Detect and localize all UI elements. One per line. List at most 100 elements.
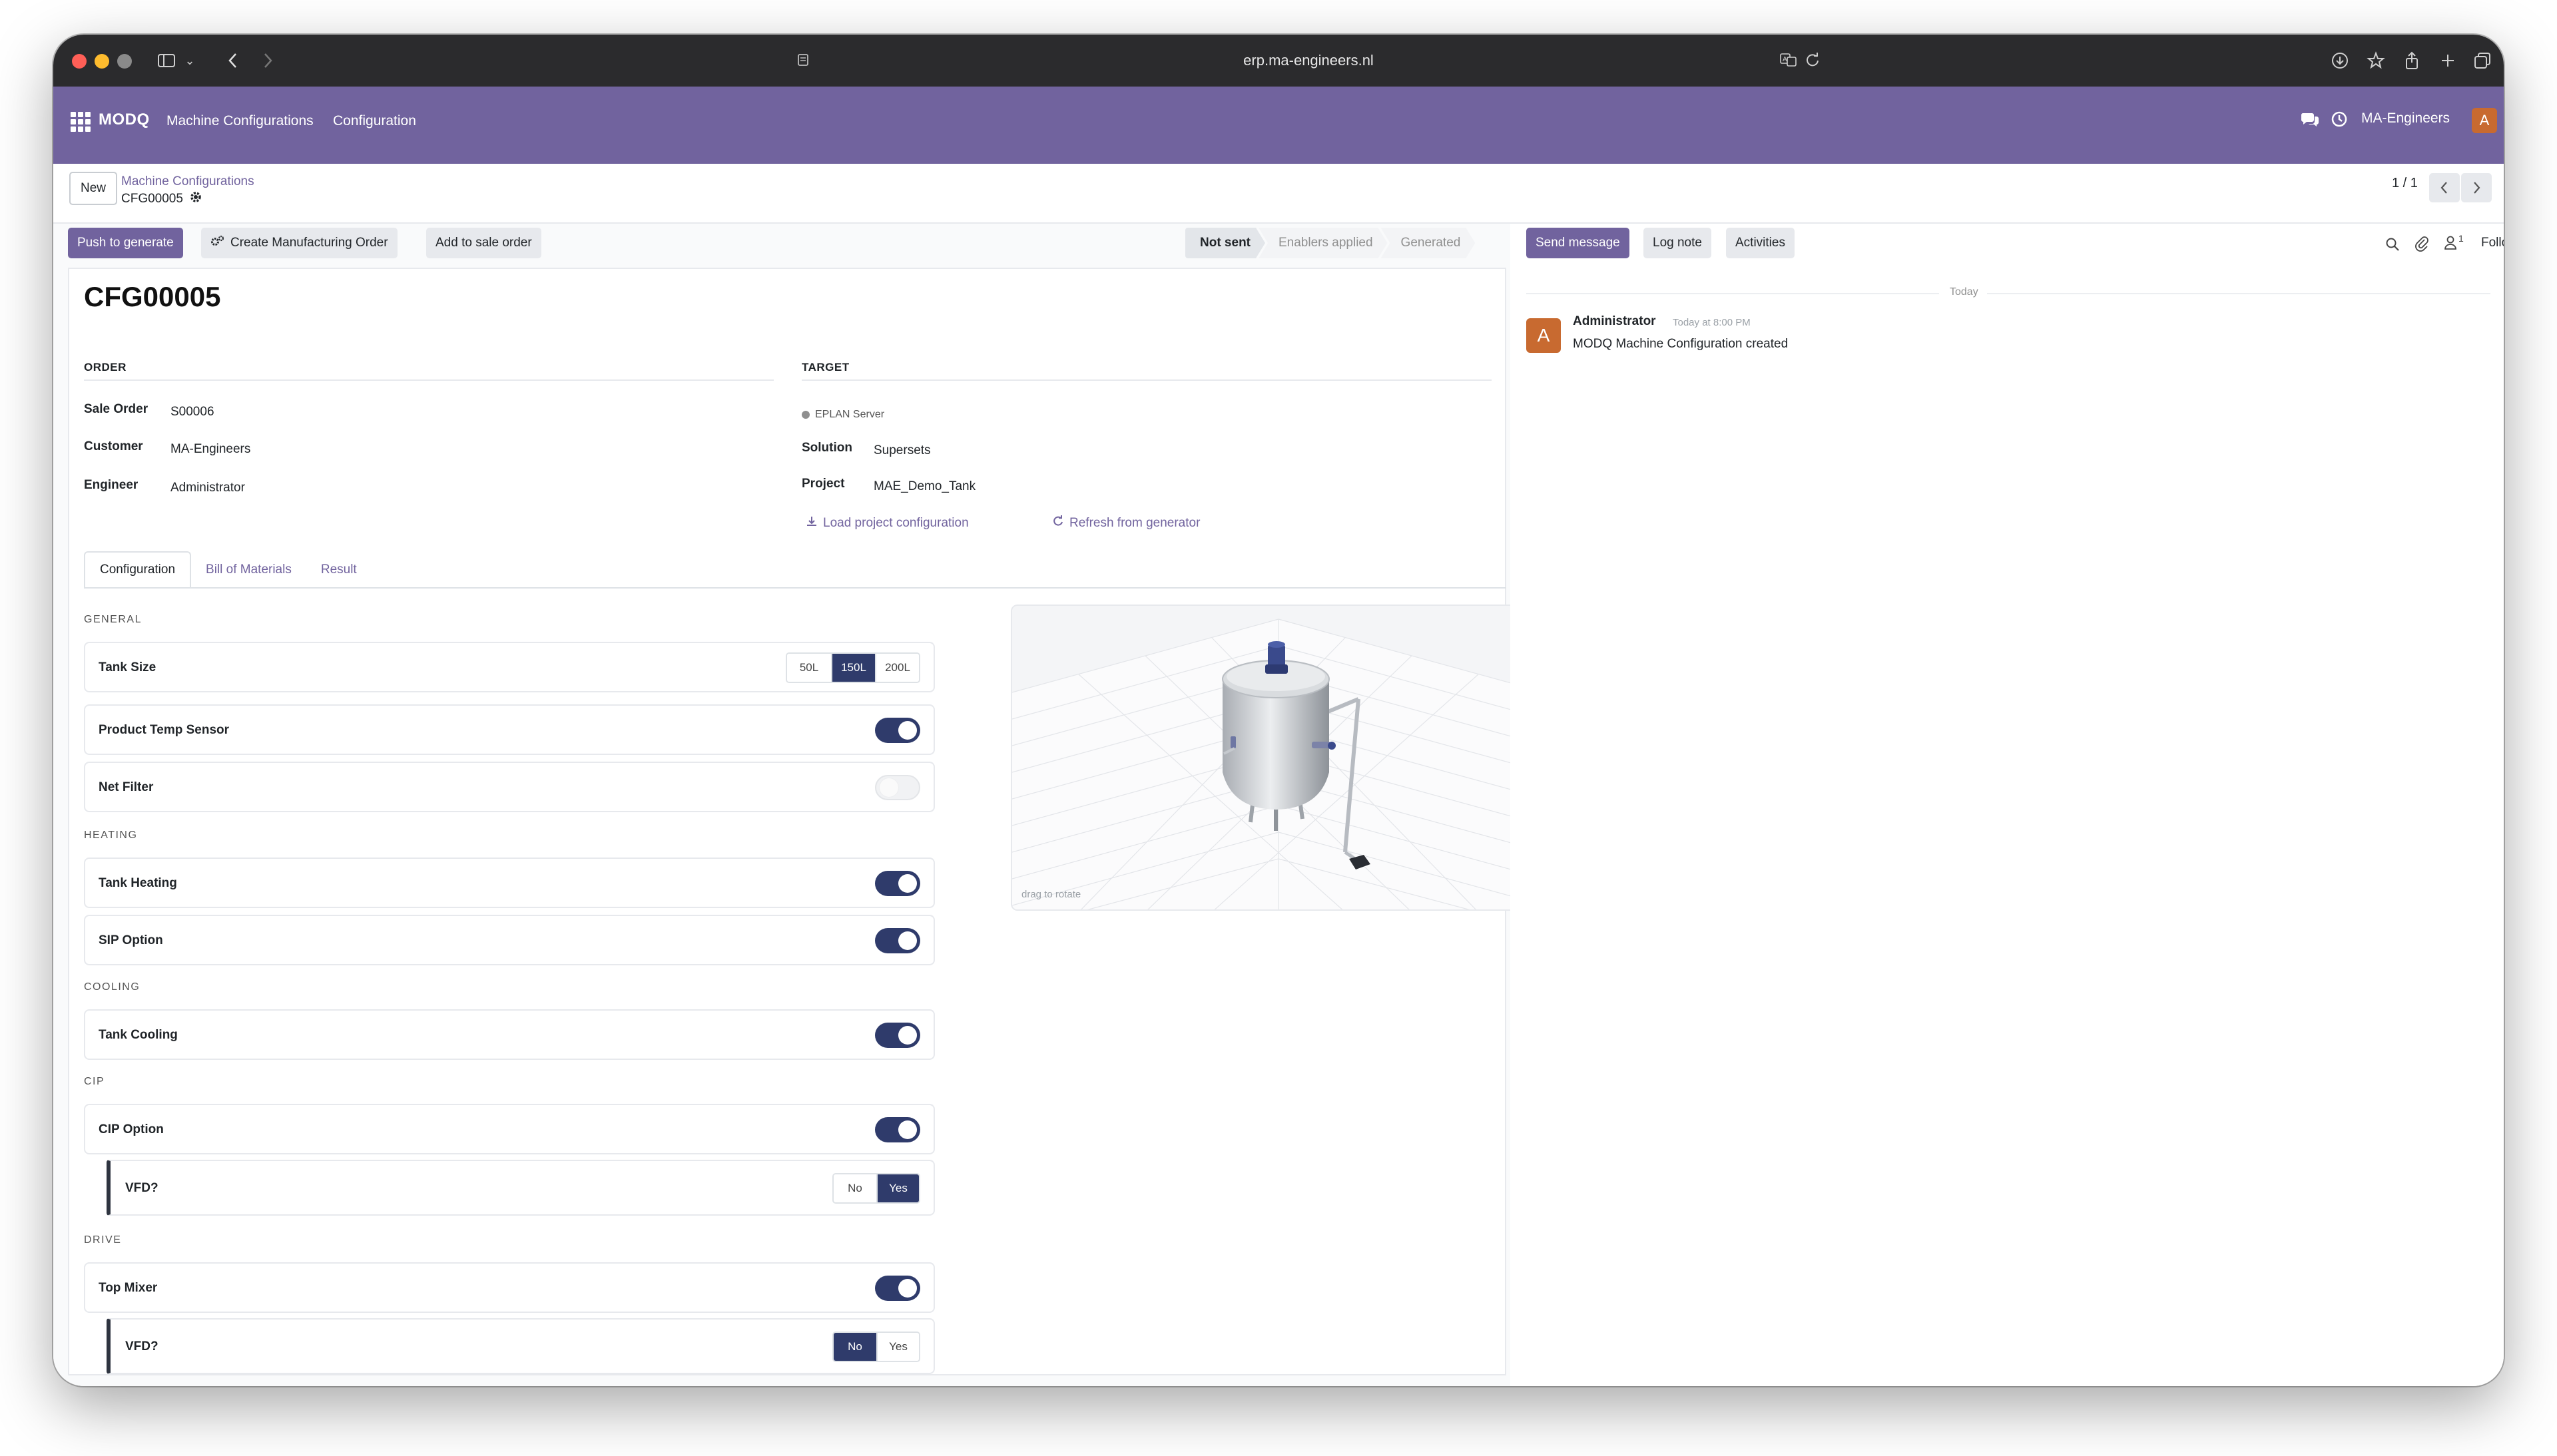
forward-icon[interactable]: [254, 47, 281, 75]
cip-vfd-option-yes[interactable]: Yes: [876, 1174, 919, 1202]
address-bar[interactable]: erp.ma-engineers.nl A: [786, 43, 1831, 79]
mixer-vfd-option-yes[interactable]: Yes: [876, 1333, 919, 1361]
sale-order-value[interactable]: S00006: [170, 405, 214, 419]
tank-size-option-200l[interactable]: 200L: [875, 654, 919, 682]
cip-vfd-label: VFD?: [125, 1181, 158, 1195]
tank-heating-toggle[interactable]: [875, 871, 920, 896]
minimize-window-button[interactable]: [95, 54, 109, 69]
breadcrumb-parent[interactable]: Machine Configurations: [121, 174, 254, 189]
user-avatar-initial[interactable]: A: [2472, 108, 2497, 133]
browser-toolbar: ⌄ erp.ma-engineers.nl A: [53, 35, 2504, 87]
sale-order-label: Sale Order: [84, 402, 148, 416]
followers-button[interactable]: 1: [2444, 233, 2464, 254]
stage-enablers-applied[interactable]: Enablers applied: [1259, 228, 1388, 258]
new-tab-icon[interactable]: [2433, 47, 2462, 75]
chevron-down-icon[interactable]: ⌄: [182, 47, 197, 75]
group-cooling-title: COOLING: [84, 981, 141, 993]
mixer-vfd-row: VFD? No Yes: [107, 1318, 935, 1374]
machine-3d-viewer[interactable]: drag to rotate: [1011, 605, 1544, 911]
pager-value[interactable]: 1 / 1: [2392, 176, 2418, 191]
message-author-avatar[interactable]: A: [1526, 318, 1561, 353]
back-icon[interactable]: [220, 47, 246, 75]
user-avatar[interactable]: A: [2472, 108, 2497, 133]
tabs-divider: [84, 587, 1506, 589]
following-button[interactable]: Following: [2481, 236, 2504, 250]
control-panel: [53, 164, 2504, 224]
tank-size-selector: 50L 150L 200L: [786, 652, 920, 683]
top-mixer-toggle[interactable]: [875, 1276, 920, 1301]
message-time: Today at 8:00 PM: [1673, 317, 1751, 328]
customer-value[interactable]: MA-Engineers: [170, 442, 250, 457]
record-title[interactable]: CFG00005: [84, 281, 220, 313]
tab-bill-of-materials[interactable]: Bill of Materials: [191, 551, 306, 589]
push-to-generate-button[interactable]: Push to generate: [68, 228, 183, 258]
menu-configuration[interactable]: Configuration: [333, 113, 416, 129]
cip-option-label: CIP Option: [99, 1122, 164, 1136]
message-author[interactable]: Administrator: [1573, 314, 1656, 329]
app-brand[interactable]: MODQ: [99, 111, 150, 129]
project-value[interactable]: MAE_Demo_Tank: [874, 479, 976, 494]
solution-value[interactable]: Supersets: [874, 443, 931, 458]
cip-vfd-row: VFD? No Yes: [107, 1160, 935, 1216]
apps-menu-icon[interactable]: [71, 112, 91, 132]
mixer-vfd-option-no[interactable]: No: [834, 1333, 876, 1361]
net-filter-toggle[interactable]: [875, 775, 920, 800]
form-view: CFG00005 ORDER TARGET Sale Order S00006 …: [53, 268, 1544, 1386]
form-tabs: Configuration Bill of Materials Result: [84, 551, 372, 589]
pager-previous-button[interactable]: [2429, 173, 2460, 202]
send-message-button[interactable]: Send message: [1526, 228, 1629, 258]
mixer-vfd-selector: No Yes: [832, 1332, 920, 1362]
new-button[interactable]: New: [69, 172, 117, 205]
product-temp-sensor-row: Product Temp Sensor: [84, 704, 935, 755]
stage-generated[interactable]: Generated: [1381, 228, 1476, 258]
cip-vfd-option-no[interactable]: No: [834, 1174, 876, 1202]
tank-3d-model[interactable]: [1012, 606, 1544, 911]
tank-cooling-row: Tank Cooling: [84, 1009, 935, 1060]
chatter-panel: Send message Log note Activities 1 Follo…: [1510, 224, 2504, 1386]
sidebar-toggle-icon[interactable]: [153, 47, 180, 75]
cip-option-toggle[interactable]: [875, 1117, 920, 1142]
bookmark-star-icon[interactable]: [2361, 47, 2391, 75]
translate-icon[interactable]: A: [1777, 47, 1801, 73]
menu-machine-configurations[interactable]: Machine Configurations: [166, 113, 314, 129]
zoom-window-button[interactable]: [117, 54, 132, 69]
tab-result[interactable]: Result: [306, 551, 372, 589]
order-section-divider: [84, 379, 774, 381]
activities-button[interactable]: Activities: [1726, 228, 1795, 258]
sip-option-row: SIP Option: [84, 915, 935, 965]
add-to-sale-order-button[interactable]: Add to sale order: [426, 228, 541, 258]
engineer-label: Engineer: [84, 478, 139, 492]
url-text[interactable]: erp.ma-engineers.nl: [786, 52, 1831, 69]
project-label: Project: [802, 477, 845, 491]
load-project-configuration-button[interactable]: Load project configuration: [806, 515, 969, 531]
chat-icon[interactable]: [2300, 111, 2320, 128]
sip-option-toggle[interactable]: [875, 928, 920, 953]
create-manufacturing-order-button[interactable]: Create Manufacturing Order: [201, 228, 398, 258]
tab-overview-icon[interactable]: [2468, 47, 2497, 75]
tank-cooling-label: Tank Cooling: [99, 1028, 178, 1042]
pager-next-button[interactable]: [2461, 173, 2492, 202]
reload-icon[interactable]: [1801, 47, 1825, 73]
tank-size-option-150l[interactable]: 150L: [831, 654, 875, 682]
tank-size-option-50l[interactable]: 50L: [787, 654, 831, 682]
downloads-icon[interactable]: [2325, 47, 2355, 75]
paperclip-icon[interactable]: [2415, 236, 2429, 255]
company-switcher[interactable]: MA-Engineers: [2361, 111, 2450, 126]
log-note-button[interactable]: Log note: [1643, 228, 1711, 258]
close-window-button[interactable]: [72, 54, 87, 69]
group-heating-title: HEATING: [84, 830, 138, 841]
stage-not-sent[interactable]: Not sent: [1185, 228, 1265, 258]
share-icon[interactable]: [2397, 47, 2426, 75]
breadcrumb-current: CFG00005: [121, 191, 202, 207]
tab-configuration[interactable]: Configuration: [84, 551, 192, 589]
refresh-from-generator-button[interactable]: Refresh from generator: [1052, 515, 1200, 531]
tank-cooling-toggle[interactable]: [875, 1023, 920, 1048]
activity-clock-icon[interactable]: [2331, 111, 2348, 128]
svg-text:A: A: [1783, 56, 1787, 63]
refresh-label: Refresh from generator: [1069, 516, 1201, 530]
product-temp-sensor-toggle[interactable]: [875, 718, 920, 743]
gear-icon[interactable]: [190, 191, 202, 207]
day-divider-right: [1987, 293, 2490, 294]
engineer-value[interactable]: Administrator: [170, 481, 245, 495]
search-messages-icon[interactable]: [2385, 237, 2400, 255]
